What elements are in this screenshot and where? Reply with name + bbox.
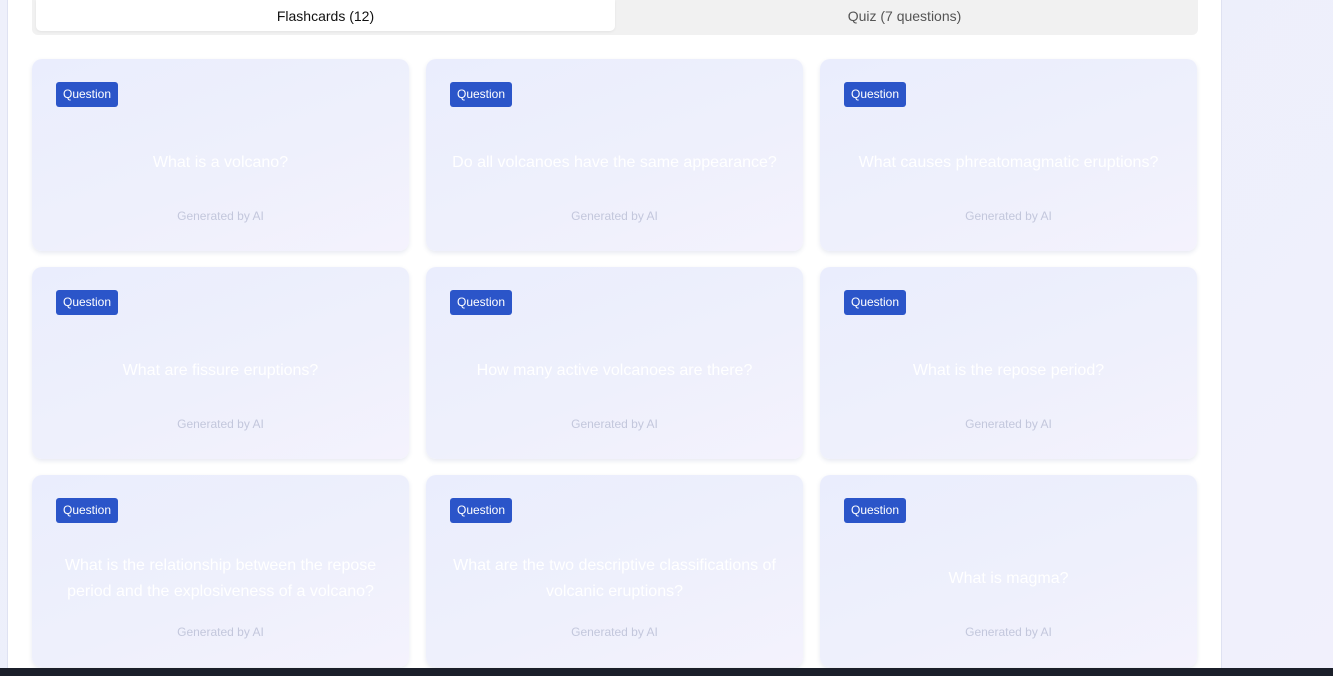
generated-by-label: Generated by AI (965, 417, 1052, 431)
flashcard-question: What is the repose period? (912, 362, 1105, 379)
taskbar-strip (0, 668, 1333, 676)
flashcard-question: What are the two descriptive classificat… (453, 557, 776, 600)
flashcard[interactable]: Question What causes phreatomagmatic eru… (820, 59, 1197, 251)
tab-bar: Flashcards (12) Quiz (7 questions) (32, 0, 1198, 35)
question-badge: Question (450, 498, 513, 523)
generated-by-label: Generated by AI (965, 625, 1052, 639)
flashcard-question: What causes phreatomagmatic eruptions? (858, 154, 1159, 171)
flashcard-question: How many active volcanoes are there? (476, 362, 753, 379)
main-panel: Flashcards (12) Quiz (7 questions) Quest… (7, 0, 1222, 668)
flashcard-question: What is magma? (948, 570, 1069, 587)
flashcard-question: Do all volcanoes have the same appearanc… (452, 154, 777, 171)
flashcard[interactable]: Question Do all volcanoes have the same … (426, 59, 803, 251)
tab-quiz[interactable]: Quiz (7 questions) (615, 0, 1194, 31)
flashcard-question: What is a volcano? (152, 154, 289, 171)
generated-by-label: Generated by AI (177, 625, 264, 639)
generated-by-label: Generated by AI (571, 625, 658, 639)
flashcard-grid: Question What is a volcano? Generated by… (32, 59, 1198, 667)
generated-by-label: Generated by AI (965, 209, 1052, 223)
tab-flashcards[interactable]: Flashcards (12) (36, 0, 615, 31)
generated-by-label: Generated by AI (177, 209, 264, 223)
question-badge: Question (56, 290, 119, 315)
flashcard[interactable]: Question What is the repose period? Gene… (820, 267, 1197, 459)
flashcard[interactable]: Question What is magma? Generated by AI (820, 475, 1197, 667)
question-badge: Question (56, 82, 119, 107)
generated-by-label: Generated by AI (571, 417, 658, 431)
generated-by-label: Generated by AI (177, 417, 264, 431)
flashcard[interactable]: Question What are the two descriptive cl… (426, 475, 803, 667)
question-badge: Question (844, 82, 907, 107)
question-badge: Question (450, 290, 513, 315)
flashcard-question: What is the relationship between the rep… (64, 557, 377, 600)
flashcard[interactable]: Question How many active volcanoes are t… (426, 267, 803, 459)
question-badge: Question (450, 82, 513, 107)
question-badge: Question (844, 498, 907, 523)
flashcard[interactable]: Question What are fissure eruptions? Gen… (32, 267, 409, 459)
flashcard[interactable]: Question What is a volcano? Generated by… (32, 59, 409, 251)
flashcard-question: What are fissure eruptions? (122, 362, 319, 379)
question-badge: Question (844, 290, 907, 315)
flashcard[interactable]: Question What is the relationship betwee… (32, 475, 409, 667)
generated-by-label: Generated by AI (571, 209, 658, 223)
question-badge: Question (56, 498, 119, 523)
